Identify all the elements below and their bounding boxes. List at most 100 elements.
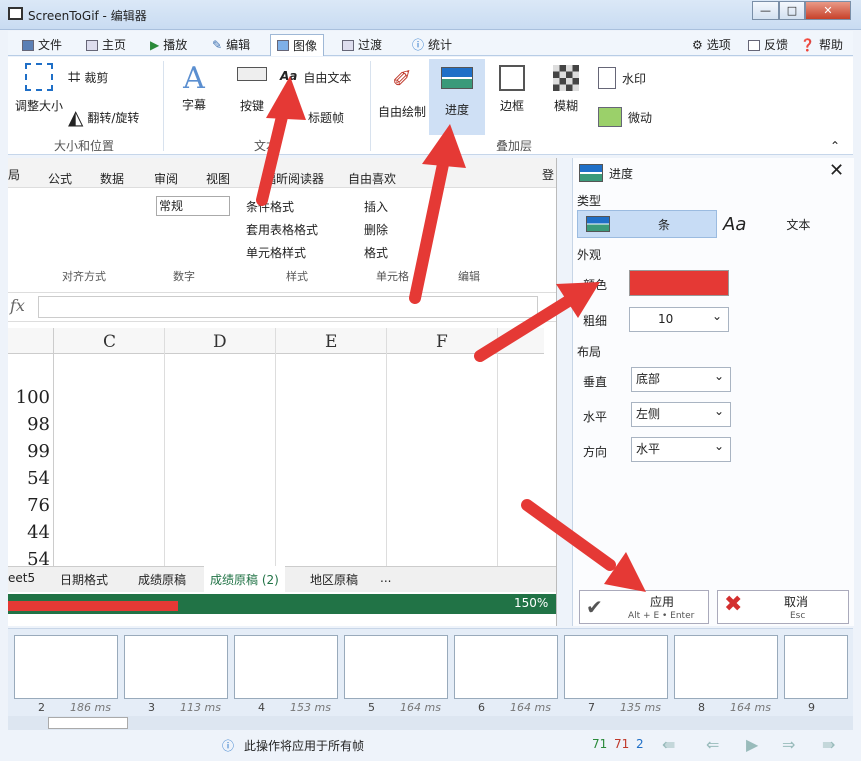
type-bar-label: 条	[658, 217, 671, 232]
progress-icon	[441, 67, 473, 89]
cancel-button[interactable]: ✖ 取消 Esc	[717, 590, 849, 624]
frame-list: 2 186 ms 3 113 ms 4 153 ms 5 164 ms 6 16…	[8, 628, 853, 716]
flip-rotate-button[interactable]: ◭ 翻转/旋转	[68, 105, 139, 129]
excel-group: 编辑	[458, 270, 480, 283]
maximize-button[interactable]: □	[779, 1, 805, 20]
keystrokes-button[interactable]: 按键	[230, 67, 274, 114]
pencil-icon: ✎	[212, 38, 223, 52]
sheet-tab-active: 成绩原稿 (2)	[204, 566, 285, 592]
color-picker[interactable]	[629, 270, 729, 296]
frame-thumbnail[interactable]	[124, 635, 228, 699]
options-button[interactable]: ⚙ 选项	[692, 34, 731, 56]
progress-button[interactable]: 进度	[429, 59, 485, 135]
tab-edit[interactable]: ✎ 编辑	[212, 34, 250, 56]
sheet-tab: ...	[380, 571, 392, 585]
tab-image[interactable]: 图像	[270, 34, 325, 56]
resize-label: 调整大小	[14, 99, 63, 113]
excel-tab: 公式	[48, 172, 73, 186]
tab-transition[interactable]: 过渡	[342, 34, 382, 56]
grid-line	[164, 328, 165, 568]
color-label: 颜色	[583, 278, 608, 292]
tab-file[interactable]: 文件	[22, 34, 62, 56]
title-frame-button[interactable]: 标题帧	[308, 109, 344, 126]
column-header: E	[325, 332, 338, 352]
free-drawing-button[interactable]: ✐ 自由绘制	[372, 65, 432, 120]
frame-thumbnail[interactable]	[674, 635, 778, 699]
group-overlay-label: 叠加层	[496, 139, 533, 153]
frame-count-selected: 71	[614, 737, 630, 751]
cinemagraph-icon	[598, 107, 622, 127]
column-header-row	[8, 328, 544, 354]
border-button[interactable]: 边框	[492, 65, 532, 114]
excel-tab: 审阅	[154, 172, 179, 186]
next-frame-icon[interactable]: ⇒	[782, 735, 795, 754]
scrollbar-thumb[interactable]	[48, 717, 128, 729]
window-title: ScreenToGif - 编辑器	[28, 9, 147, 23]
last-frame-icon[interactable]: ⇛	[822, 735, 835, 754]
frame-thumbnail[interactable]	[784, 635, 848, 699]
vertical-select[interactable]: 底部	[631, 365, 731, 392]
caption-label: 字幕	[181, 98, 206, 112]
minimize-button[interactable]: —	[752, 1, 779, 20]
excel-insert: 插入	[364, 200, 389, 214]
frame-thumbnail[interactable]	[564, 635, 668, 699]
fx-label: fx	[10, 296, 25, 315]
resize-button[interactable]: 调整大小	[10, 63, 68, 114]
apply-label: 应用	[650, 595, 675, 609]
sheet-tab: 地区原稿	[310, 573, 359, 587]
tab-file-label: 文件	[38, 38, 63, 52]
excel-group: 单元格	[376, 270, 409, 283]
first-frame-icon[interactable]: ⇚	[662, 735, 675, 754]
watermark-button[interactable]: 水印	[598, 67, 646, 89]
apply-button[interactable]: ✔ 应用 Alt + E • Enter	[579, 590, 709, 624]
frame-number: 5	[368, 701, 375, 714]
table-format: 套用表格格式	[246, 223, 319, 237]
cinemagraph-button[interactable]: 微动	[598, 107, 652, 127]
type-text-option[interactable]: Aa 文本	[721, 210, 849, 238]
frame-number: 9	[808, 701, 815, 714]
direction-select[interactable]: 水平	[631, 435, 731, 462]
resize-icon	[25, 63, 53, 91]
type-bar-option[interactable]: 条	[577, 210, 717, 238]
frame-number: 3	[148, 701, 155, 714]
border-label: 边框	[499, 99, 524, 113]
frame-thumbnail[interactable]	[344, 635, 448, 699]
blur-button[interactable]: 模糊	[546, 65, 586, 114]
close-panel-icon[interactable]: ✕	[829, 160, 844, 181]
help-button[interactable]: ❓ 帮助	[800, 34, 843, 56]
frame-delay: 164 ms	[400, 701, 441, 714]
previous-frame-icon[interactable]: ⇐	[706, 735, 719, 754]
image-icon	[277, 40, 289, 51]
tab-play[interactable]: ▶ 播放	[150, 34, 187, 56]
section-layout: 布局	[577, 345, 602, 359]
excel-tab: 视图	[206, 172, 231, 186]
cell-value: 54	[27, 468, 50, 489]
frame-thumbnail[interactable]	[14, 635, 118, 699]
frame-scrollbar[interactable]	[8, 716, 853, 730]
frame-number: 7	[588, 701, 595, 714]
tab-home[interactable]: 主页	[86, 34, 126, 56]
frame-thumbnail[interactable]	[234, 635, 338, 699]
keystrokes-label: 按键	[239, 99, 264, 113]
free-text-button[interactable]: Aa 自由文本	[280, 69, 351, 86]
column-header: D	[213, 332, 227, 352]
tab-stats[interactable]: ⓘ 统计	[412, 34, 452, 56]
info-icon: ⓘ	[222, 739, 235, 753]
frame-thumbnail[interactable]	[454, 635, 558, 699]
caption-button[interactable]: A 字幕	[174, 61, 214, 113]
tab-edit-label: 编辑	[226, 38, 251, 52]
title-bar: ScreenToGif - 编辑器 — □ ✕	[0, 0, 861, 30]
close-button[interactable]: ✕	[805, 1, 851, 20]
collapse-ribbon-icon[interactable]: ⌃	[830, 139, 840, 153]
play-icon[interactable]: ▶	[746, 735, 758, 754]
feedback-button[interactable]: 反馈	[748, 34, 788, 56]
thickness-stepper[interactable]: 10	[629, 305, 729, 332]
horizontal-select[interactable]: 左侧	[631, 400, 731, 427]
feedback-icon	[748, 39, 760, 51]
grid-line	[53, 328, 54, 568]
ribbon: 调整大小 ⌗ 裁剪 ◭ 翻转/旋转 大小和位置 A 字幕 按键 Aa 自由文本 标题帧…	[8, 57, 853, 155]
crop-button[interactable]: ⌗ 裁剪	[68, 65, 108, 90]
column-header: F	[436, 332, 448, 352]
frame-count-total: 71	[592, 737, 608, 751]
thickness-label: 粗细	[583, 314, 608, 328]
